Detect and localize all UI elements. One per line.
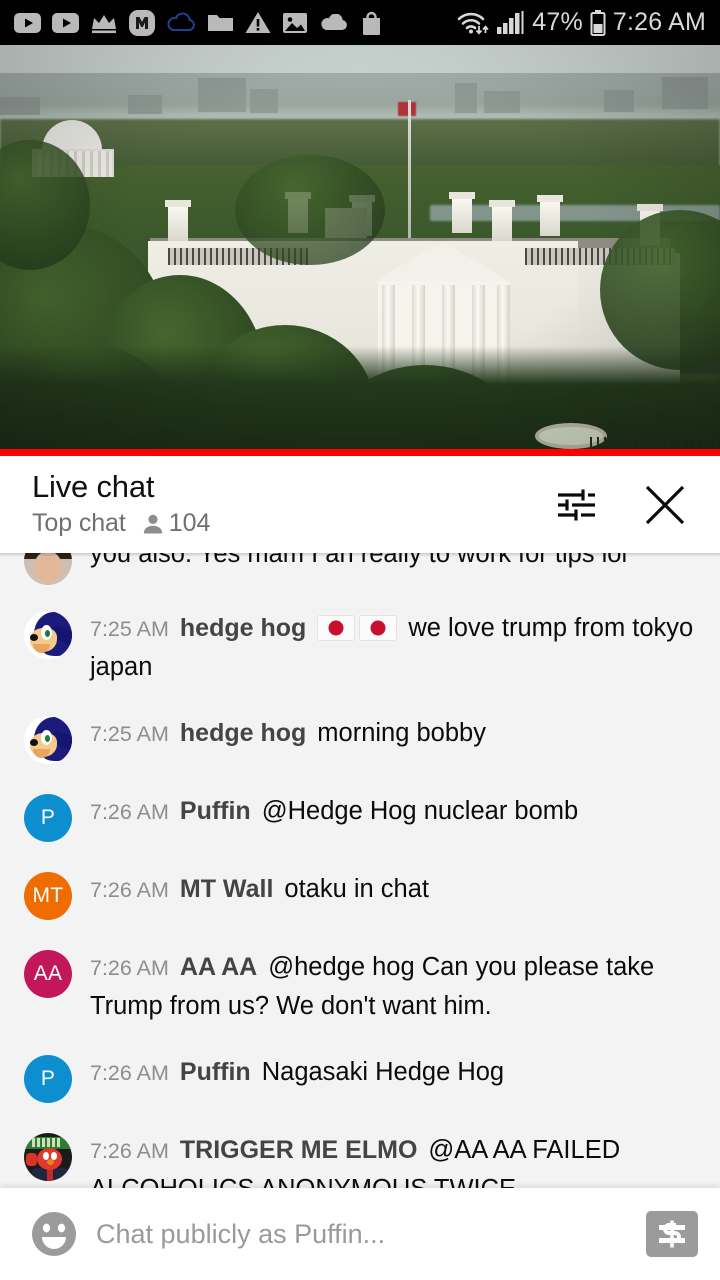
message-timestamp: 7:26 AM: [90, 1061, 169, 1085]
message-timestamp: 7:25 AM: [90, 722, 169, 746]
avatar[interactable]: AA: [24, 950, 72, 998]
super-chat-button[interactable]: [646, 1211, 698, 1257]
viewer-count-group: 104: [142, 509, 211, 538]
japan-flag-emoji: [317, 615, 356, 641]
chat-message[interactable]: AA 7:26 AM AA AA @hedge hog Can you please …: [0, 934, 720, 1039]
smiley-face-icon: [32, 1212, 76, 1256]
chat-message-body: 7:26 AM Puffin Nagasaki Hedge Hog: [90, 1053, 696, 1092]
battery-icon: [590, 9, 606, 36]
avatar[interactable]: MT: [24, 872, 72, 920]
warning-triangle-icon: [245, 12, 271, 33]
shopping-bag-icon: [363, 11, 380, 35]
chat-message-body: 7:26 AM Puffin @Hedge Hog nuclear bomb: [90, 792, 696, 831]
close-chat-button[interactable]: [642, 482, 688, 528]
battery-percentage: 47%: [532, 8, 583, 36]
avatar[interactable]: [24, 611, 72, 659]
chat-filter-button[interactable]: [554, 483, 598, 527]
message-text: otaku in chat: [284, 875, 430, 903]
message-author[interactable]: Puffin: [180, 1058, 251, 1086]
viewer-count: 104: [168, 509, 211, 538]
cloud-outline-icon: [167, 12, 195, 31]
message-author[interactable]: hedge hog: [180, 719, 306, 747]
message-author[interactable]: MT Wall: [180, 875, 274, 903]
chat-message-body: 7:26 AMTRIGGER ME ELMO@AA AA FAILED ALCO…: [90, 1131, 696, 1188]
avatar[interactable]: P: [24, 794, 72, 842]
chat-message[interactable]: MT 7:26 AM MT Wall otaku in chat: [0, 856, 720, 934]
youtube-icon: [14, 12, 41, 33]
message-text: @Hedge Hog nuclear bomb: [261, 797, 579, 825]
video-player[interactable]: [0, 45, 720, 456]
chat-message[interactable]: P 7:26 AM Puffin Nagasaki Hedge Hog: [0, 1039, 720, 1117]
message-timestamp: 7:25 AM: [90, 617, 169, 641]
message-text: morning bobby: [317, 719, 486, 747]
tune-sliders-icon: [558, 489, 595, 520]
message-timestamp: 7:26 AM: [90, 956, 169, 980]
live-chat-message-list[interactable]: you also. Yes mam I an really to work fo…: [0, 553, 720, 1188]
wifi-icon: [457, 12, 489, 35]
japan-flag-emoji: [359, 615, 398, 641]
avatar[interactable]: [24, 1133, 72, 1181]
chat-message[interactable]: P 7:26 AM Puffin @Hedge Hog nuclear bomb: [0, 778, 720, 856]
live-chat-header-text: Live chat Top chat 104: [32, 468, 554, 539]
video-frame-white-house: [0, 45, 720, 456]
chat-message[interactable]: you also. Yes mam I an really to work fo…: [0, 553, 720, 595]
person-icon: [143, 514, 162, 534]
chat-message[interactable]: 7:26 AMTRIGGER ME ELMO@AA AA FAILED ALCO…: [0, 1117, 720, 1188]
message-timestamp: 7:26 AM: [90, 800, 169, 824]
chat-message-body: 7:25 AM hedge hog morning bobby: [90, 714, 696, 753]
close-x-icon: [645, 485, 685, 524]
android-status-bar: 47% 7:26 AM: [0, 0, 720, 45]
avatar[interactable]: P: [24, 1055, 72, 1103]
live-chat-header-actions: [554, 482, 698, 528]
avatar[interactable]: [24, 716, 72, 764]
cloud-filled-icon: [321, 13, 347, 30]
video-progress-bar[interactable]: [0, 449, 720, 456]
status-bar-clock: 7:26 AM: [612, 8, 706, 36]
message-timestamp: 7:26 AM: [90, 878, 169, 902]
photo-icon: [283, 12, 307, 33]
crown-icon: [92, 14, 116, 33]
message-text: @hedge hog Can you please take Trump fro…: [90, 953, 655, 1020]
message-author[interactable]: hedge hog: [180, 614, 306, 642]
chat-message[interactable]: 7:25 AM hedge hog we love trump from toky…: [0, 595, 720, 700]
folder-icon: [208, 15, 233, 31]
video-progress-played: [0, 449, 720, 456]
chat-message-body: 7:26 AM MT Wall otaku in chat: [90, 870, 696, 909]
dollar-bill-icon: [659, 1220, 685, 1248]
chat-mode-label[interactable]: Top chat: [32, 509, 126, 538]
status-bar-notification-icons: [14, 9, 383, 36]
cellular-signal-icon: [497, 10, 524, 34]
message-timestamp: 7:26 AM: [90, 1139, 169, 1163]
live-chat-subheader: Top chat 104: [32, 509, 554, 538]
avatar[interactable]: [24, 553, 72, 585]
youtube-live-chat-screen: 47% 7:26 AM Live chat Top chat 104 you a…: [0, 0, 720, 1280]
chat-input[interactable]: [86, 1218, 638, 1250]
youtube-icon: [52, 12, 79, 33]
chat-message-body: 7:25 AM hedge hog we love trump from toky…: [90, 609, 696, 686]
message-author[interactable]: AA AA: [180, 953, 257, 981]
chat-input-bar: [0, 1188, 720, 1280]
chat-message-body: you also. Yes mam I an really to work fo…: [90, 553, 696, 573]
chat-message-body: 7:26 AM AA AA @hedge hog Can you please ta…: [90, 948, 696, 1025]
emoji-picker-button[interactable]: [28, 1208, 80, 1260]
message-author[interactable]: TRIGGER ME ELMO: [180, 1136, 418, 1164]
message-text: you also. Yes mam I an really to work fo…: [90, 553, 628, 568]
chat-message[interactable]: 7:25 AM hedge hog morning bobby: [0, 700, 720, 778]
message-text: Nagasaki Hedge Hog: [261, 1058, 505, 1086]
message-author[interactable]: Puffin: [180, 797, 251, 825]
page-title: Live chat: [32, 468, 155, 504]
monster-app-icon: [129, 9, 155, 36]
live-chat-header: Live chat Top chat 104: [0, 456, 720, 553]
status-bar-system-icons: 47% 7:26 AM: [456, 8, 706, 37]
